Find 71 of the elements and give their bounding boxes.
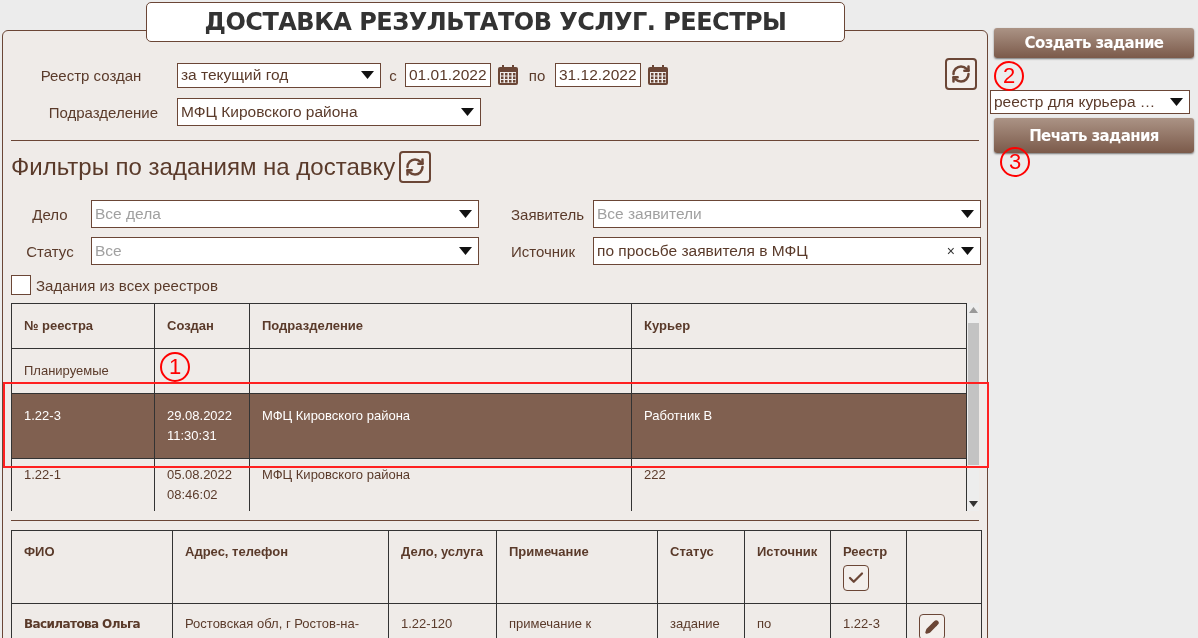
column-title: Дело, услуга: [401, 544, 483, 559]
print-template-select[interactable]: реестр для курьера …: [990, 90, 1190, 114]
annotation-marker: 2: [994, 61, 1024, 91]
dropdown-caret-icon: [361, 71, 374, 79]
scrollbar[interactable]: [967, 303, 979, 511]
table-cell-text: 1.22-120: [401, 616, 453, 631]
table-cell-text: Планируемые: [24, 363, 109, 378]
filter-select[interactable]: по просьбе заявителя в МФЦ ×: [593, 237, 981, 265]
column-header: Создан: [154, 303, 250, 349]
period-select[interactable]: за текущий год: [177, 62, 381, 88]
table-cell-text: 05.08.2022 08:46:02: [167, 467, 233, 502]
scroll-down-icon[interactable]: [968, 501, 978, 507]
dropdown-caret-icon: [1170, 98, 1183, 106]
print-task-button[interactable]: Печать задания: [994, 118, 1194, 153]
table-cell-text: МФЦ Кировского района: [262, 467, 411, 482]
date-input[interactable]: 01.01.2022: [405, 63, 491, 87]
refresh-icon: [405, 157, 426, 177]
field-label: Реестр создан: [39, 66, 143, 84]
date-input[interactable]: 31.12.2022: [555, 63, 641, 87]
column-header: № реестра: [11, 303, 155, 349]
dropdown-caret-icon: [459, 247, 472, 255]
checkbox[interactable]: [843, 565, 869, 591]
edit-button[interactable]: [919, 614, 945, 638]
annotation-marker: 1: [160, 352, 190, 382]
calendar-icon[interactable]: [497, 64, 519, 86]
registry-row[interactable]: 1.22-3 29.08.2022 11:30:31 МФЦ Кировского района Работник В: [11, 393, 967, 459]
refresh-button[interactable]: [399, 151, 432, 183]
table-cell-text: по: [757, 616, 772, 631]
column-title: Адрес, телефон: [185, 544, 288, 559]
table-cell-text: 222: [644, 467, 666, 482]
calendar-icon[interactable]: [647, 64, 669, 86]
table-cell-text: задание: [670, 616, 720, 631]
dropdown-caret-icon: [961, 247, 974, 255]
table-cell-text: 29.08.2022 11:30:31: [167, 408, 233, 443]
table-cell-text: 1.22-3: [24, 408, 61, 423]
checkbox[interactable]: [11, 275, 31, 295]
table-cell-text: 1.22-1: [24, 467, 61, 482]
field-label: Статус: [25, 242, 75, 260]
table-cell-text: примечание к: [509, 616, 592, 631]
unit-select[interactable]: МФЦ Кировского района: [177, 98, 481, 126]
table-cell-text: Василатова Ольга: [24, 617, 141, 631]
table-cell-text: Ростовская обл, г Ростов-на-: [185, 616, 360, 631]
pencil-icon: [925, 620, 939, 634]
field-label: с: [388, 66, 398, 84]
checkbox-label: Задания из всех реестров: [36, 276, 218, 294]
column-header: Подразделение: [249, 303, 632, 349]
annotation-marker: 3: [1000, 147, 1030, 177]
field-label: Подразделение: [47, 103, 158, 121]
dropdown-caret-icon: [459, 210, 472, 218]
field-label: Источник: [511, 242, 577, 260]
create-task-button[interactable]: Создать задание: [994, 28, 1194, 58]
column-title: Статус: [670, 544, 714, 559]
column-title: Реестр: [843, 544, 888, 559]
section-heading: Фильтры по заданиям на доставку: [11, 153, 396, 181]
refresh-icon: [951, 64, 971, 84]
clear-icon[interactable]: ×: [946, 243, 955, 259]
table-cell-text: Работник В: [644, 408, 713, 423]
field-label: Заявитель: [511, 205, 585, 223]
column-header: Курьер: [631, 303, 967, 349]
column-title: ФИО: [24, 544, 55, 559]
field-label: Дело: [31, 205, 69, 223]
column-title: Источник: [757, 544, 818, 559]
table-cell-text: МФЦ Кировского района: [262, 408, 411, 423]
table-cell-text: 1.22-3: [843, 616, 880, 631]
dropdown-caret-icon: [461, 108, 474, 116]
refresh-button[interactable]: [945, 58, 977, 90]
page-title: ДОСТАВКА РЕЗУЛЬТАТОВ УСЛУГ. РЕЕСТРЫ: [146, 2, 845, 42]
field-label: по: [527, 66, 547, 84]
registry-row[interactable]: 1.22-1 05.08.2022 08:46:02 МФЦ Кировского района 222: [11, 458, 967, 511]
dropdown-caret-icon: [961, 210, 974, 218]
column-title: Примечание: [509, 544, 589, 559]
